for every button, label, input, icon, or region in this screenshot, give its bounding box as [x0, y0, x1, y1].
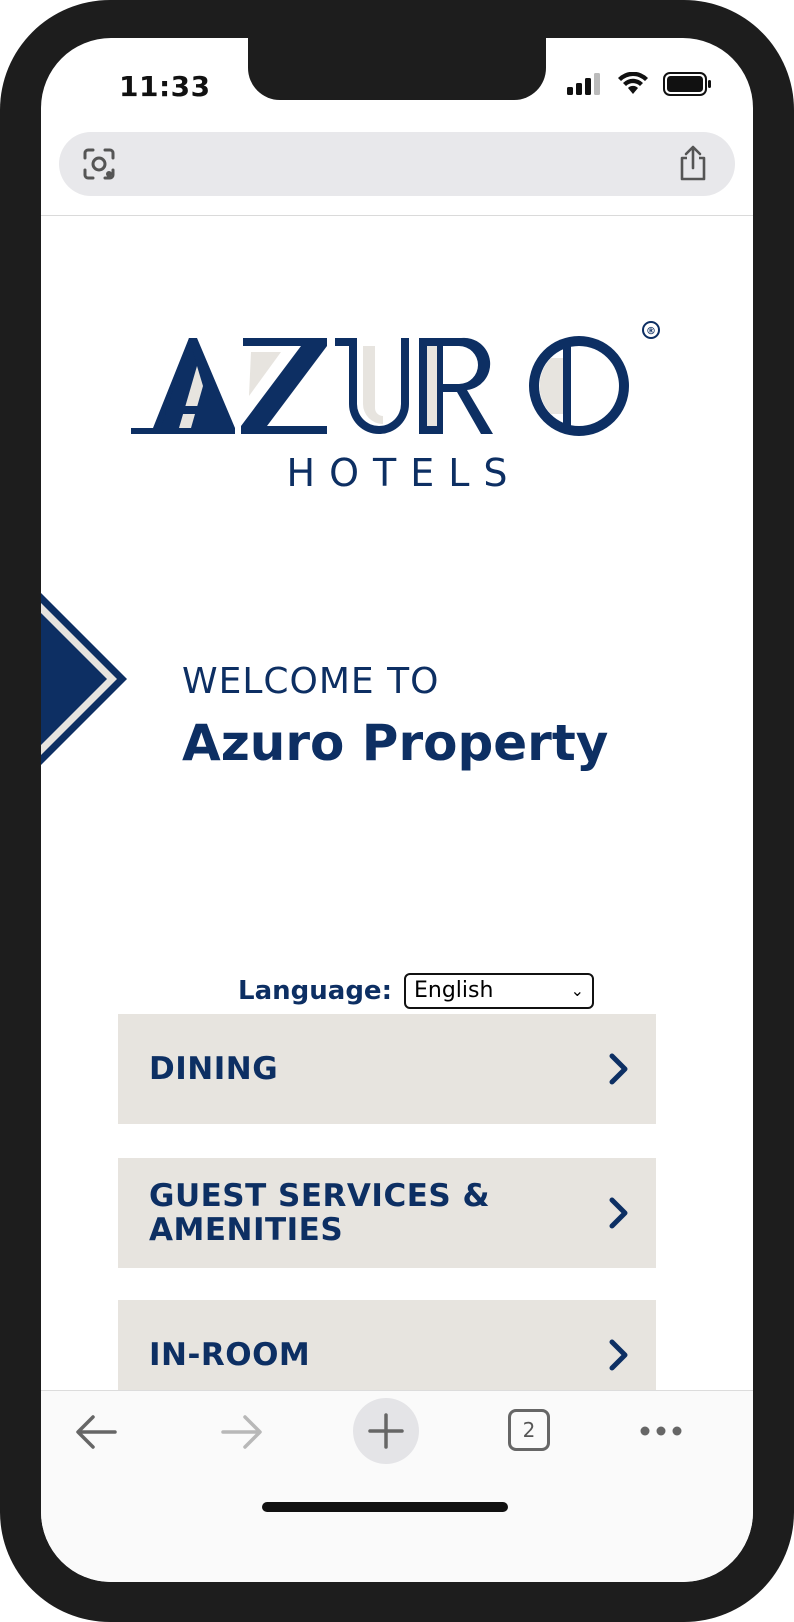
chevron-right-icon [609, 1339, 628, 1371]
home-indicator[interactable] [262, 1502, 508, 1512]
new-tab-button[interactable] [353, 1398, 419, 1464]
phone-screen: 11:33 ® HOTELS WELCOME TO Azuro Property… [41, 38, 753, 1582]
menu-item-label: GUEST SERVICES & AMENITIES [149, 1178, 491, 1248]
browser-toolbar: 2 [41, 1390, 753, 1582]
more-options-icon[interactable] [639, 1425, 683, 1437]
azuro-logo: ® [41, 318, 753, 558]
phone-frame: 11:33 ® HOTELS WELCOME TO Azuro Property… [0, 0, 794, 1622]
chevron-down-icon: ⌄ [570, 981, 584, 1000]
chevron-right-icon [609, 1053, 628, 1085]
chevron-right-icon [609, 1197, 628, 1229]
language-label: Language: [238, 976, 392, 1006]
menu-item-dining[interactable]: DINING [118, 1014, 656, 1124]
menu-item-label: DINING [149, 1051, 279, 1087]
brand-subtitle: HOTELS [286, 451, 522, 495]
plus-icon [368, 1413, 404, 1449]
back-arrow-icon[interactable] [73, 1413, 119, 1451]
status-time: 11:33 [119, 70, 211, 103]
wifi-icon [618, 72, 648, 94]
diamond-chevron-decoration [41, 593, 127, 765]
menu-item-label: IN-ROOM [149, 1337, 311, 1373]
forward-arrow-icon[interactable] [219, 1413, 265, 1451]
language-selected-value: English [413, 978, 494, 1003]
battery-icon [663, 72, 711, 96]
language-selector-row: Language: English ⌄ [41, 973, 753, 1009]
camera-notch [248, 38, 546, 100]
tab-switcher-button[interactable]: 2 [508, 1409, 550, 1451]
welcome-heading: WELCOME TO [182, 661, 440, 702]
azuro-wordmark-logo: ® [131, 321, 660, 436]
toolbar-divider [41, 215, 753, 216]
registered-mark: ® [646, 326, 656, 337]
menu-item-in-room[interactable]: IN-ROOM [118, 1300, 656, 1400]
address-bar[interactable] [59, 132, 735, 196]
lens-search-icon[interactable] [81, 146, 117, 182]
language-select[interactable]: English ⌄ [403, 973, 594, 1009]
menu-item-guest-services[interactable]: GUEST SERVICES & AMENITIES [118, 1158, 656, 1268]
cellular-signal-icon [567, 73, 600, 95]
property-name: Azuro Property [182, 714, 609, 772]
share-icon[interactable] [677, 144, 709, 182]
status-icons [567, 72, 713, 96]
tab-count: 2 [522, 1418, 536, 1442]
